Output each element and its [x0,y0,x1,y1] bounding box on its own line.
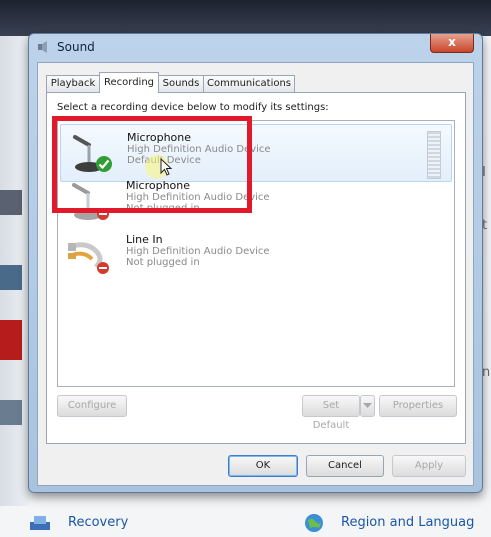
unplugged-icon [97,262,109,274]
set-default-dropdown[interactable] [360,395,375,417]
background-left-tile [0,265,22,290]
background-left-tile [0,190,22,215]
set-default-split-button[interactable]: Set Default [302,395,375,431]
cancel-button[interactable]: Cancel [306,455,384,477]
tab-communications[interactable]: Communications [203,75,295,92]
dialog-titlebar[interactable]: Sound x [29,34,482,60]
device-status: Not plugged in [126,257,200,268]
background-text-fragment: n [482,365,491,380]
globe-icon [305,514,323,532]
background-left-tile [0,400,22,425]
ok-button[interactable]: OK [228,455,298,477]
tab-sounds[interactable]: Sounds [158,75,204,92]
background-left-tile [0,320,22,360]
level-meter [427,131,441,179]
recovery-icon [30,516,50,530]
chevron-down-icon [363,403,372,408]
dialog-title: Sound [57,40,95,54]
configure-button[interactable]: Configure [57,395,127,417]
device-detail: High Definition Audio Device [126,246,270,257]
apply-button[interactable]: Apply [392,455,466,477]
tab-recording[interactable]: Recording [99,72,159,93]
list-item-line-in[interactable]: Line In High Definition Audio Device Not… [60,227,450,283]
sound-dialog: Sound x Playback Recording Sounds Commun… [28,33,483,493]
background-titlebar [0,0,491,36]
highlight-box [52,116,252,213]
properties-button[interactable]: Properties [379,395,457,417]
recovery-label: Recovery [68,515,129,530]
instruction-text: Select a recording device below to modif… [57,102,329,113]
close-button[interactable]: x [430,34,474,53]
region-language-label: Region and Languag [341,515,475,530]
set-default-button[interactable]: Set Default [302,395,360,431]
tab-playback[interactable]: Playback [46,75,100,92]
device-name: Line In [126,233,163,246]
speaker-icon [38,41,47,53]
